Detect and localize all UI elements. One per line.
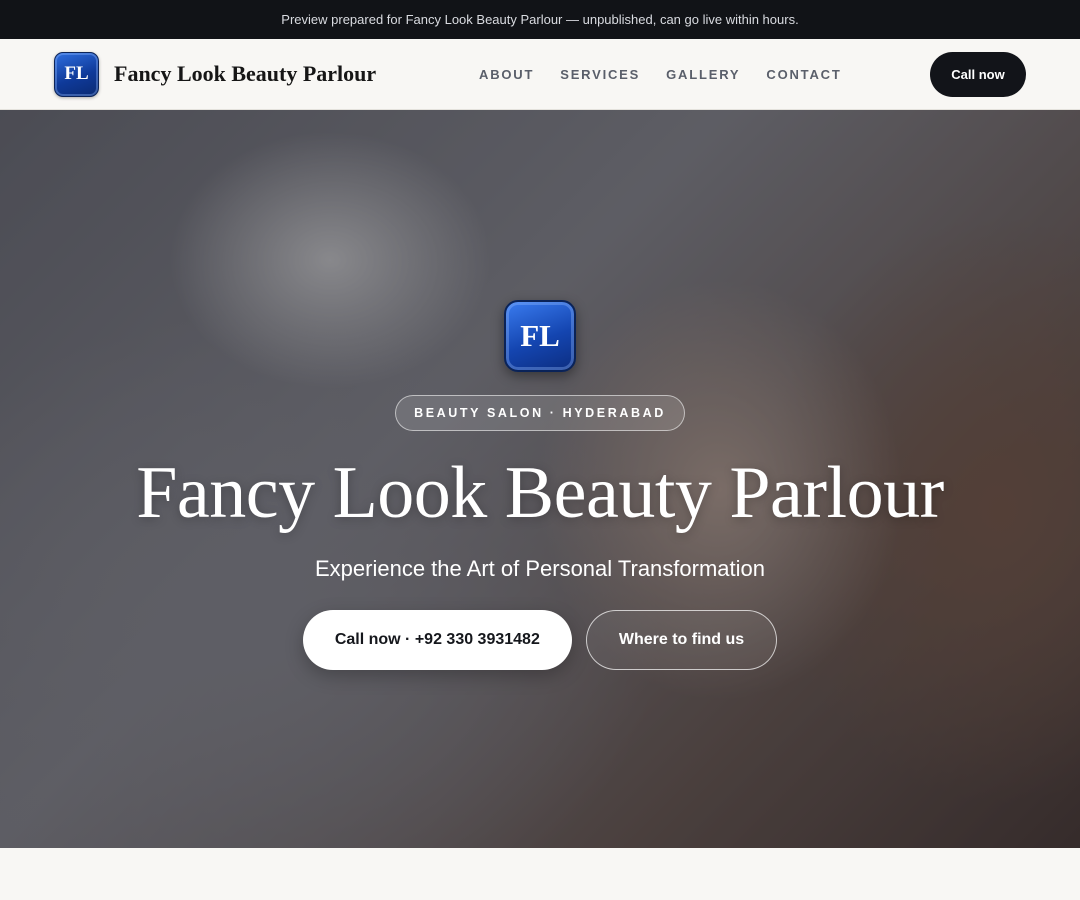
nav-link-services[interactable]: SERVICES	[560, 67, 640, 82]
hero-subtitle: Experience the Art of Personal Transform…	[314, 556, 765, 581]
logo-initials: FL	[64, 63, 89, 84]
site-header: FL Fancy Look Beauty Parlour ABOUT SERVI…	[0, 39, 1080, 110]
main-nav: ABOUT SERVICES GALLERY CONTACT	[479, 39, 842, 110]
hero-eyebrow-badge: BEAUTY SALON · HYDERABAD	[395, 395, 685, 431]
announcement-bar: Preview prepared for Fancy Look Beauty P…	[0, 0, 1080, 39]
call-phone-button[interactable]: Call now · +92 330 3931482	[302, 610, 572, 670]
hero-buttons: Call now · +92 330 3931482 Where to find…	[302, 610, 778, 670]
logo-icon: FL	[54, 51, 99, 97]
find-us-button[interactable]: Where to find us	[585, 610, 778, 670]
next-section	[0, 848, 1080, 900]
hero-logo-icon: FL	[504, 300, 576, 372]
nav-link-about[interactable]: ABOUT	[479, 67, 534, 82]
hero-title: Fancy Look Beauty Parlour	[136, 452, 944, 534]
nav-link-gallery[interactable]: GALLERY	[666, 67, 740, 82]
brand[interactable]: FL Fancy Look Beauty Parlour	[54, 51, 377, 97]
announcement-text: Preview prepared for Fancy Look Beauty P…	[281, 12, 799, 27]
nav-link-contact[interactable]: CONTACT	[766, 67, 841, 82]
hero-content: FL BEAUTY SALON · HYDERABAD Fancy Look B…	[0, 110, 1080, 848]
brand-name: Fancy Look Beauty Parlour	[114, 61, 377, 86]
hero-section: FL BEAUTY SALON · HYDERABAD Fancy Look B…	[0, 110, 1080, 848]
call-now-button[interactable]: Call now	[930, 52, 1026, 97]
hero-logo-initials: FL	[520, 318, 560, 353]
